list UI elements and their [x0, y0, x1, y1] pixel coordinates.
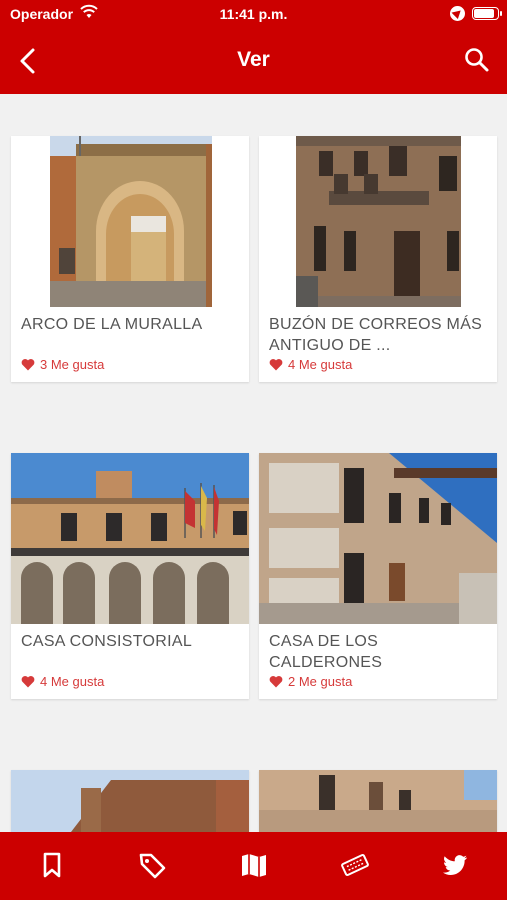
- place-title: BUZÓN DE CORREOS MÁS ANTIGUO DE ...: [269, 316, 483, 354]
- place-photo: [259, 770, 497, 832]
- likes-count[interactable]: 4 Me gusta: [21, 674, 104, 689]
- bottom-tab-bar: [0, 832, 507, 900]
- top-bar: Operador 11:41 p.m. Ver: [0, 0, 507, 94]
- tag-icon[interactable]: [137, 850, 167, 880]
- twitter-icon[interactable]: [440, 850, 470, 880]
- place-card-casa-calderones[interactable]: CASA DE LOS CALDERONES 2 Me gusta: [259, 453, 497, 699]
- page-title: Ver: [237, 48, 270, 71]
- likes-label: 2 Me gusta: [288, 674, 353, 689]
- heart-icon: [21, 359, 35, 371]
- likes-label: 4 Me gusta: [40, 674, 105, 689]
- place-title: CASA DE LOS CALDERONES: [269, 633, 383, 671]
- place-title: CASA CONSISTORIAL: [21, 633, 193, 650]
- map-icon[interactable]: [239, 850, 269, 880]
- search-icon[interactable]: [463, 46, 491, 74]
- heart-icon: [269, 676, 283, 688]
- likes-count[interactable]: 4 Me gusta: [269, 357, 352, 372]
- location-icon: [450, 6, 465, 21]
- place-photo: [259, 136, 497, 307]
- bookmark-icon[interactable]: [37, 850, 67, 880]
- ticket-icon[interactable]: [340, 850, 370, 880]
- battery-icon: [472, 7, 502, 20]
- place-photo: [11, 136, 249, 307]
- place-title: ARCO DE LA MURALLA: [21, 316, 203, 333]
- place-card-partial-left[interactable]: [11, 770, 249, 832]
- place-photo: [11, 453, 249, 624]
- place-card-arco[interactable]: ARCO DE LA MURALLA 3 Me gusta: [11, 136, 249, 382]
- likes-label: 4 Me gusta: [288, 357, 353, 372]
- place-card-partial-right[interactable]: [259, 770, 497, 832]
- status-time: 11:41 p.m.: [219, 6, 288, 22]
- likes-label: 3 Me gusta: [40, 357, 105, 372]
- place-card-buzon[interactable]: BUZÓN DE CORREOS MÁS ANTIGUO DE ... 4 Me…: [259, 136, 497, 382]
- likes-count[interactable]: 3 Me gusta: [21, 357, 104, 372]
- place-card-casa-consistorial[interactable]: CASA CONSISTORIAL 4 Me gusta: [11, 453, 249, 699]
- likes-count[interactable]: 2 Me gusta: [269, 674, 352, 689]
- place-photo: [259, 453, 497, 624]
- heart-icon: [269, 359, 283, 371]
- status-bar: Operador 11:41 p.m.: [0, 0, 507, 28]
- heart-icon: [21, 676, 35, 688]
- place-photo: [11, 770, 249, 832]
